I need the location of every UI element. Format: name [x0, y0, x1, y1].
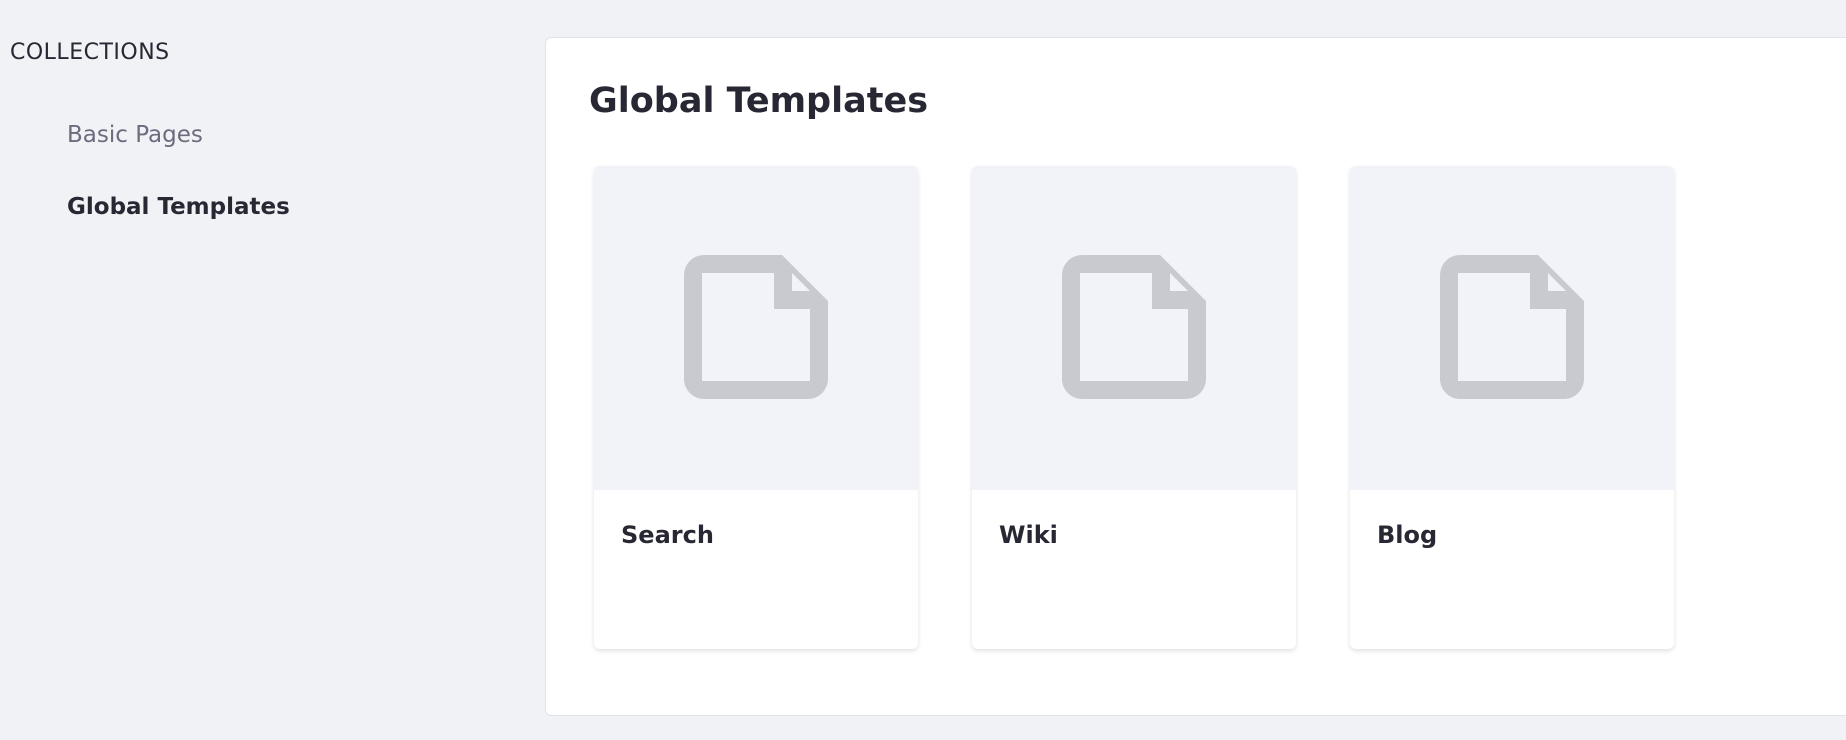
card-thumbnail	[594, 166, 918, 490]
template-card-search[interactable]: Search	[594, 166, 918, 649]
document-icon	[684, 255, 828, 399]
card-title: Search	[621, 521, 714, 549]
card-title: Wiki	[999, 521, 1058, 549]
page-title: Global Templates	[589, 81, 929, 121]
template-card-blog[interactable]: Blog	[1350, 166, 1674, 649]
sidebar-item-global-templates[interactable]: Global Templates	[67, 194, 290, 220]
card-title: Blog	[1377, 521, 1438, 549]
document-icon	[1440, 255, 1584, 399]
card-thumbnail	[1350, 166, 1674, 490]
card-thumbnail	[972, 166, 1296, 490]
sidebar-item-basic-pages[interactable]: Basic Pages	[67, 122, 203, 148]
templates-panel: Global Templates Search Wiki Blog	[545, 37, 1846, 716]
template-card-wiki[interactable]: Wiki	[972, 166, 1296, 649]
sidebar-heading: COLLECTIONS	[10, 40, 170, 65]
collections-sidebar: COLLECTIONS Basic Pages Global Templates	[0, 0, 500, 740]
document-icon	[1062, 255, 1206, 399]
